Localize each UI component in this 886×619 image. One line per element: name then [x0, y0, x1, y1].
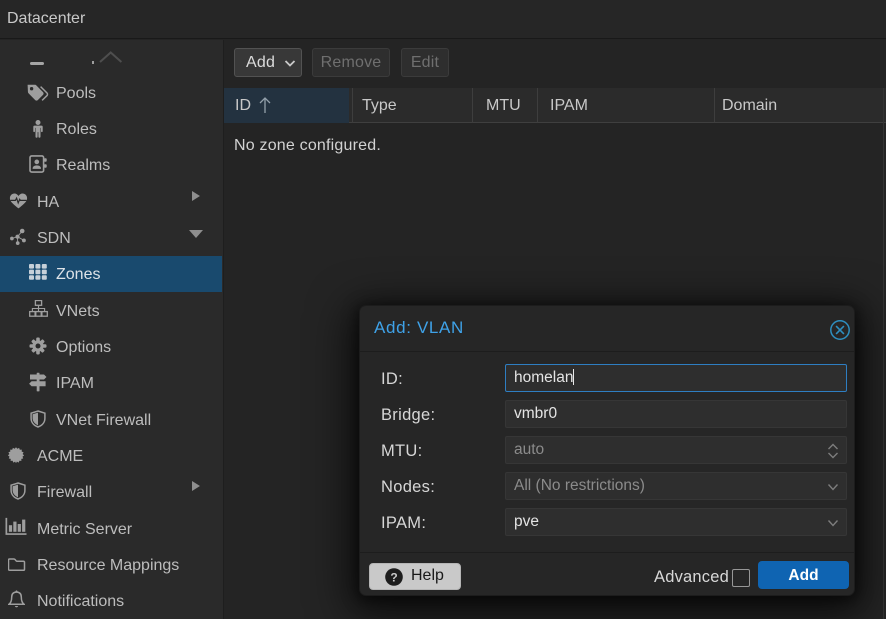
svg-text:?: ? [390, 571, 397, 585]
